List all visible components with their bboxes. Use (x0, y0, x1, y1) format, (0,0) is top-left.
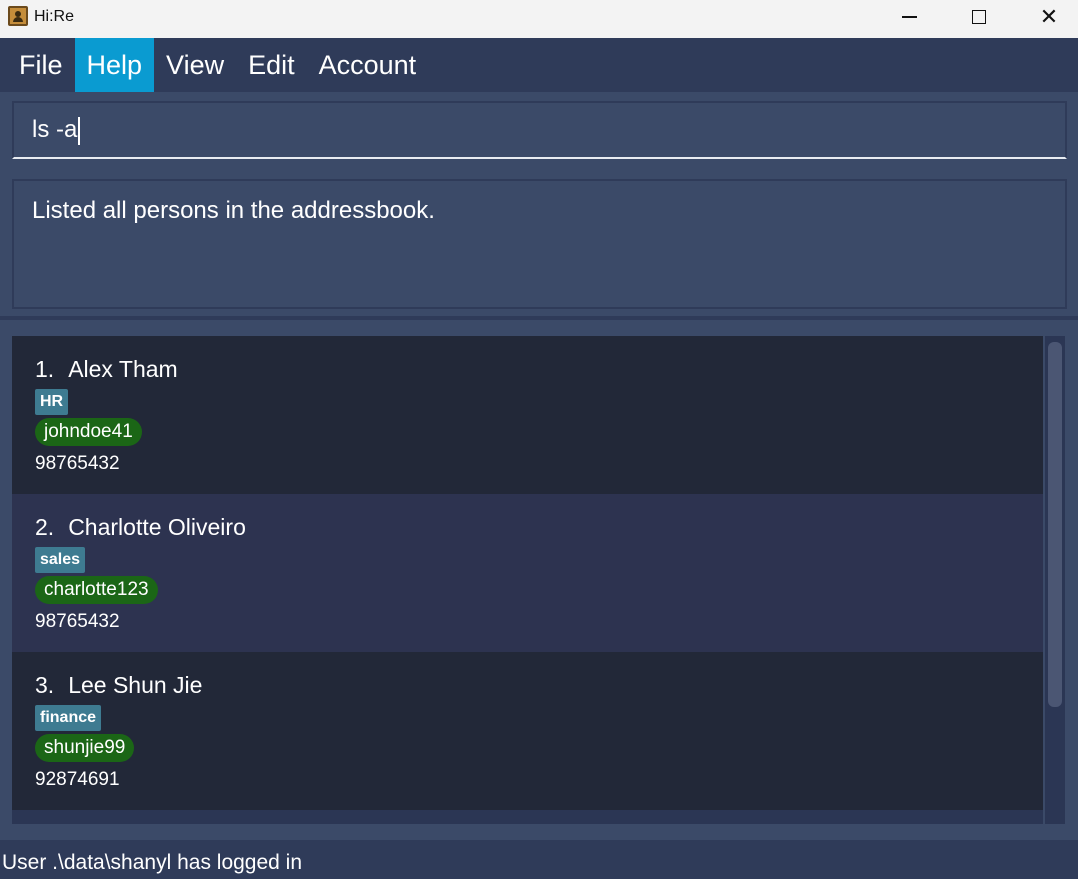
status-text: User .\data\shanyl has logged in (2, 851, 303, 874)
person-card[interactable]: 2. Charlotte Oliveiro sales charlotte123 … (12, 494, 1043, 652)
person-phone: 98765432 (35, 453, 120, 474)
person-username-badge: johndoe41 (35, 418, 142, 446)
result-message: Listed all persons in the addressbook. (32, 197, 435, 224)
person-name-line: 2. Charlotte Oliveiro (35, 514, 246, 541)
person-tag: finance (35, 705, 102, 731)
scrollbar-thumb[interactable] (1048, 342, 1062, 707)
person-phone: 98765432 (35, 611, 120, 632)
person-index: 2. (35, 514, 55, 540)
person-phone: 92874691 (35, 769, 120, 790)
result-display[interactable]: Listed all persons in the addressbook. (12, 179, 1067, 309)
command-text: ls -a (32, 116, 78, 143)
person-name-line: 1. Alex Tham (35, 356, 178, 383)
person-list[interactable]: 1. Alex Tham HR johndoe41 98765432 2. Char… (12, 336, 1043, 824)
menu-edit[interactable]: Edit (236, 38, 307, 92)
minimize-icon (901, 16, 917, 18)
person-tag: sales (35, 547, 86, 573)
close-icon: ✕ (1039, 4, 1059, 29)
menu-view[interactable]: View (154, 38, 236, 92)
person-name-line: 3. Lee Shun Jie (35, 672, 202, 699)
person-card[interactable]: 1. Alex Tham HR johndoe41 98765432 (12, 336, 1043, 494)
window-title: Hi:Re (34, 8, 75, 25)
app-icon (8, 6, 28, 26)
person-name: Charlotte Oliveiro (68, 514, 246, 540)
person-index: 1. (35, 356, 55, 382)
status-bar: User .\data\shanyl has logged in (0, 840, 1078, 879)
person-index: 3. (35, 672, 55, 698)
person-card[interactable]: 3. Lee Shun Jie finance shunjie99 9287469… (12, 652, 1043, 810)
person-tag: HR (35, 389, 69, 415)
menu-file[interactable]: File (7, 38, 75, 92)
minimize-button[interactable] (874, 0, 944, 34)
menu-help[interactable]: Help (74, 38, 155, 92)
menu-bar: File Help View Edit Account (0, 38, 1078, 92)
person-username-badge: charlotte123 (35, 576, 158, 604)
command-input[interactable]: ls -a (32, 116, 1032, 145)
command-box[interactable]: ls -a (12, 101, 1067, 159)
divider (0, 316, 1078, 320)
menu-account[interactable]: Account (307, 38, 429, 92)
person-username-badge: shunjie99 (35, 734, 135, 762)
list-scrollbar[interactable] (1045, 336, 1065, 824)
title-bar: Hi:Re ✕ (0, 0, 1078, 38)
close-button[interactable]: ✕ (1014, 0, 1078, 34)
person-name: Lee Shun Jie (68, 672, 203, 698)
text-caret (78, 116, 81, 145)
maximize-icon (972, 10, 986, 24)
person-name: Alex Tham (68, 356, 178, 382)
maximize-button[interactable] (944, 0, 1014, 34)
